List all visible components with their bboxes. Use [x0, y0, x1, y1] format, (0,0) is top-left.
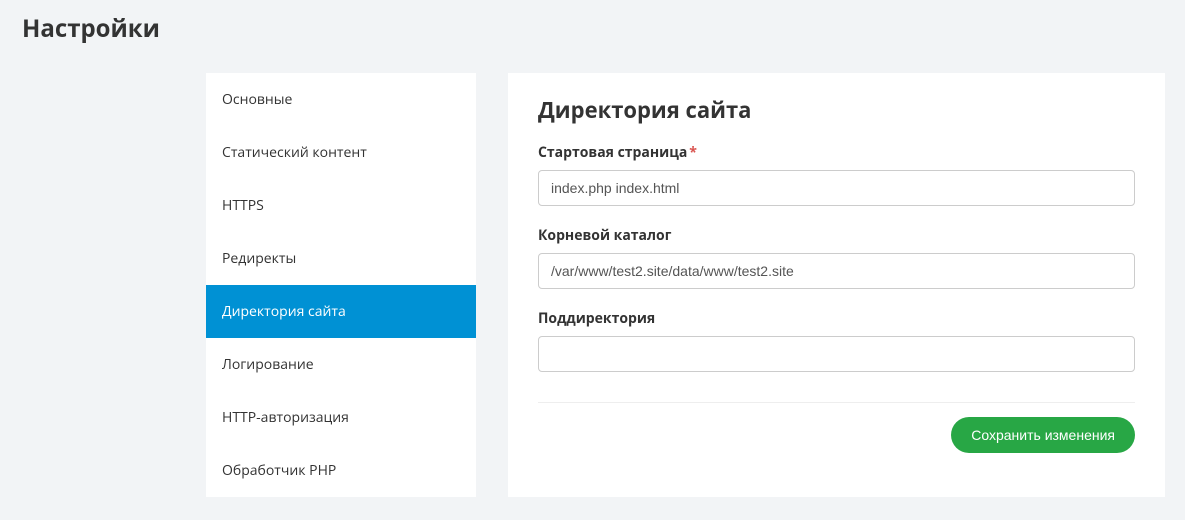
- start-page-input[interactable]: [538, 170, 1135, 206]
- save-button[interactable]: Сохранить изменения: [951, 417, 1135, 453]
- sidebar-item-directory[interactable]: Директория сайта: [206, 285, 476, 338]
- sidebar-item-redirects[interactable]: Редиректы: [206, 232, 476, 285]
- sidebar-item-main[interactable]: Основные: [206, 73, 476, 126]
- sidebar-item-logging[interactable]: Логирование: [206, 338, 476, 391]
- sidebar-item-http-auth[interactable]: HTTP-авторизация: [206, 391, 476, 444]
- start-page-label: Стартовая страница*: [538, 143, 1135, 162]
- content-panel: Директория сайта Стартовая страница* Кор…: [508, 73, 1165, 497]
- page-title: Настройки: [0, 0, 1185, 45]
- content-title: Директория сайта: [538, 95, 1135, 125]
- root-dir-label: Корневой каталог: [538, 226, 1135, 245]
- settings-sidebar: Основные Статический контент HTTPS Редир…: [206, 73, 476, 497]
- sub-dir-input[interactable]: [538, 336, 1135, 372]
- divider: [538, 402, 1135, 403]
- sidebar-item-php[interactable]: Обработчик PHP: [206, 444, 476, 497]
- sidebar-item-https[interactable]: HTTPS: [206, 179, 476, 232]
- required-marker: *: [689, 143, 697, 162]
- sidebar-item-static[interactable]: Статический контент: [206, 126, 476, 179]
- root-dir-input[interactable]: [538, 253, 1135, 289]
- sub-dir-label: Поддиректория: [538, 309, 1135, 328]
